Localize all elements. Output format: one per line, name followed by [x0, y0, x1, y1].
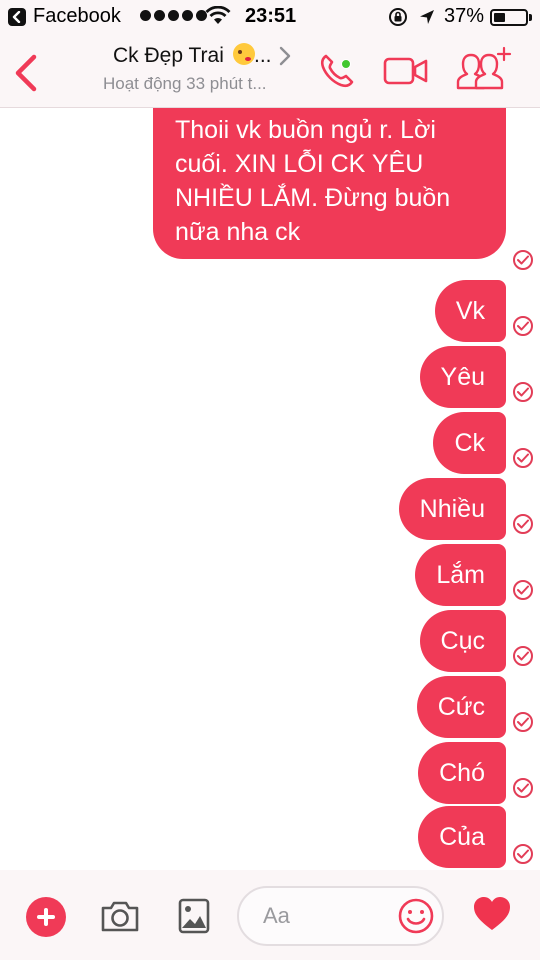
read-receipt-icon	[513, 382, 533, 402]
battery-icon	[490, 9, 528, 26]
read-receipt-icon	[513, 448, 533, 468]
message-bubble[interactable]: Thoii vk buồn ngủ r. Lời cuối. XIN LỖI C…	[153, 108, 506, 259]
read-receipt-icon	[513, 778, 533, 798]
back-app-icon[interactable]	[8, 8, 26, 26]
back-app-label[interactable]: Facebook	[33, 5, 121, 28]
battery-level	[494, 13, 505, 22]
rotation-lock-icon	[389, 8, 407, 26]
kissing-face-emoji-icon	[233, 43, 255, 65]
message-input[interactable]: Aa	[237, 886, 444, 946]
online-indicator	[341, 59, 351, 69]
read-receipt-icon	[513, 514, 533, 534]
contact-name[interactable]: Ck Đẹp Trai	[113, 44, 224, 68]
message-bubble[interactable]: Vk	[434, 280, 506, 342]
message-bubble[interactable]: Ck	[433, 412, 506, 474]
signal-dots-icon	[140, 10, 207, 21]
clock-time: 23:51	[245, 5, 297, 27]
chevron-right-icon[interactable]	[278, 46, 292, 66]
battery-percent: 37%	[444, 5, 485, 27]
location-arrow-icon	[420, 10, 434, 24]
message-list[interactable]: Thoii vk buồn ngủ r. Lời cuối. XIN LỖI C…	[0, 108, 540, 870]
heart-icon[interactable]	[472, 896, 512, 932]
camera-icon[interactable]	[99, 897, 141, 935]
message-bubble[interactable]: Lắm	[415, 544, 506, 606]
message-composer: Aa	[0, 870, 540, 960]
message-bubble[interactable]: Yêu	[419, 346, 506, 408]
message-bubble[interactable]: Nhiều	[398, 478, 506, 540]
status-bar: Facebook 23:51 37%	[0, 0, 540, 34]
phone-icon[interactable]	[318, 52, 356, 90]
battery-tip	[529, 14, 532, 21]
contact-name-ellipsis: ...	[254, 44, 272, 67]
activity-status: Hoạt động 33 phút t...	[103, 74, 267, 93]
message-bubble[interactable]: Cục	[419, 610, 506, 672]
read-receipt-icon	[513, 250, 533, 270]
back-chevron-icon[interactable]	[12, 54, 38, 92]
smile-icon[interactable]	[397, 897, 435, 935]
plus-icon[interactable]	[26, 897, 66, 937]
message-bubble[interactable]: Cức	[416, 676, 506, 738]
read-receipt-icon	[513, 646, 533, 666]
read-receipt-icon	[513, 712, 533, 732]
add-people-icon[interactable]	[454, 46, 512, 92]
message-bubble[interactable]: Của	[418, 806, 506, 868]
wifi-icon	[205, 6, 231, 24]
conversation-header: Ck Đẹp Trai ... Hoạt động 33 phút t...	[0, 34, 540, 108]
read-receipt-icon	[513, 316, 533, 336]
read-receipt-icon	[513, 844, 533, 864]
photo-icon[interactable]	[177, 897, 211, 935]
video-camera-icon[interactable]	[383, 56, 429, 86]
read-receipt-icon	[513, 580, 533, 600]
message-input-placeholder: Aa	[263, 903, 290, 928]
message-bubble[interactable]: Chó	[418, 742, 506, 804]
